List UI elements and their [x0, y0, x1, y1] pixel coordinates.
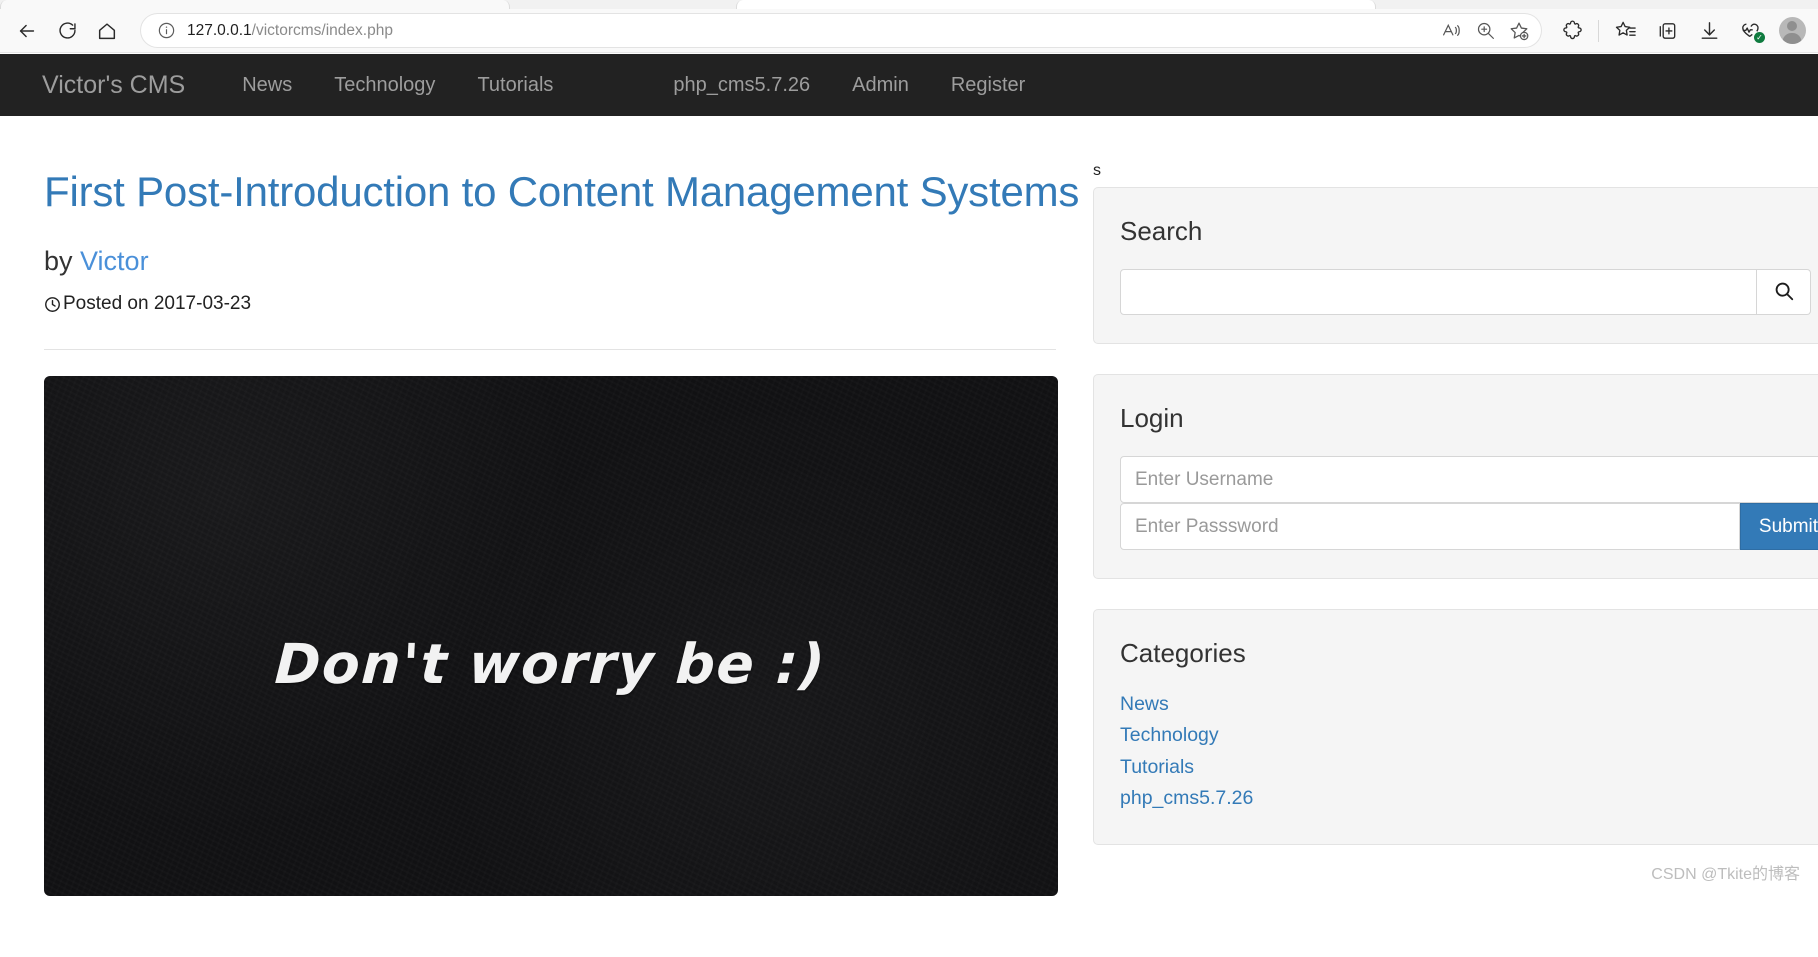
nav-item-technology[interactable]: Technology [313, 74, 456, 97]
home-icon[interactable] [87, 14, 127, 48]
stray-text: s [1093, 162, 1101, 179]
url-path: /victorcms/index.php [251, 21, 393, 39]
browser-tab-strip[interactable] [0, 0, 1818, 9]
page-content: First Post-Introduction to Content Manag… [0, 116, 1818, 897]
avatar [1778, 17, 1806, 44]
search-widget-title: Search [1120, 216, 1203, 246]
username-row [1120, 456, 1818, 503]
post-featured-image: Don't worry be :) [44, 376, 1058, 897]
address-bar[interactable]: 127.0.0.1/victorcms/index.php [141, 14, 1541, 47]
search-magnifier-icon [1773, 280, 1795, 305]
password-input-group: Submit [1120, 503, 1818, 550]
byline-prefix: by [44, 246, 81, 277]
info-circle-icon[interactable] [155, 20, 177, 42]
back-arrow-icon[interactable] [7, 14, 47, 48]
toolbar-separator [1598, 19, 1599, 42]
list-item: php_cms5.7.26 [1120, 785, 1811, 812]
search-submit-button[interactable] [1757, 269, 1811, 315]
page-title[interactable]: First Post-Introduction to Content Manag… [44, 168, 1085, 216]
browser-essentials-icon[interactable]: ✓ [1730, 14, 1772, 48]
site-brand[interactable]: Victor's CMS [42, 71, 185, 100]
categories-widget: Categories News Technology Tutorials php… [1093, 609, 1818, 846]
login-widget: Login Submit [1093, 374, 1818, 579]
toolbar-right-actions: ✓ [1551, 14, 1818, 48]
read-aloud-icon[interactable] [1435, 16, 1467, 46]
browser-tab[interactable] [0, 0, 510, 9]
username-input[interactable] [1120, 456, 1818, 503]
navbar-links-left: News Technology Tutorials php_cms5.7.26 … [221, 74, 1046, 97]
category-link-technology[interactable]: Technology [1120, 724, 1219, 746]
nav-item-register[interactable]: Register [930, 74, 1046, 97]
sidebar: s Search Login Enter Username Enter Pass… [1085, 116, 1818, 896]
nav-item-news[interactable]: News [221, 74, 313, 97]
search-input[interactable] [1120, 269, 1757, 315]
login-form: Submit [1094, 456, 1818, 550]
post-image-text: Don't worry be :) [273, 632, 829, 697]
list-item: Tutorials [1120, 754, 1811, 781]
extensions-puzzle-icon[interactable] [1551, 14, 1593, 48]
post-byline: by Victor [44, 246, 1085, 277]
category-link-tutorials[interactable]: Tutorials [1120, 756, 1194, 778]
browser-toolbar: 127.0.0.1/victorcms/index.php ✓ [0, 9, 1818, 53]
login-widget-title: Login [1120, 403, 1184, 433]
category-link-news[interactable]: News [1120, 693, 1169, 715]
browser-tab-spacer [510, 0, 736, 9]
favorites-list-icon[interactable] [1604, 14, 1646, 48]
password-input[interactable] [1120, 503, 1740, 550]
list-item: News [1120, 691, 1811, 718]
address-bar-actions [1435, 16, 1535, 46]
posted-on-label: Posted on 2017-03-23 [63, 293, 252, 315]
nav-item-php-cms[interactable]: php_cms5.7.26 [652, 74, 831, 97]
nav-item-admin[interactable]: Admin [831, 74, 930, 97]
collections-icon[interactable] [1646, 14, 1688, 48]
downloads-icon[interactable] [1688, 14, 1730, 48]
main-column: First Post-Introduction to Content Manag… [0, 116, 1085, 897]
profile-avatar-icon[interactable] [1772, 14, 1812, 48]
site-navbar: Victor's CMS News Technology Tutorials p… [0, 54, 1818, 116]
category-link-php-cms[interactable]: php_cms5.7.26 [1120, 787, 1253, 809]
web-page-viewport: Victor's CMS News Technology Tutorials p… [0, 54, 1818, 957]
search-input-group [1120, 269, 1811, 315]
essentials-status-badge: ✓ [1754, 31, 1765, 43]
nav-item-tutorials[interactable]: Tutorials [456, 74, 574, 97]
password-row: Submit [1120, 503, 1818, 550]
post-author-link[interactable]: Victor [80, 246, 149, 276]
watermark: CSDN @Tkite的博客 [1651, 866, 1800, 884]
post-posted-date: Posted on 2017-03-23 [44, 293, 1085, 315]
zoom-in-icon[interactable] [1469, 16, 1501, 46]
categories-list: News Technology Tutorials php_cms5.7.26 [1120, 691, 1811, 812]
content-divider [44, 349, 1056, 351]
browser-tab-active[interactable] [736, 0, 1376, 9]
url-host: 127.0.0.1 [187, 21, 252, 39]
list-item: Technology [1120, 722, 1811, 749]
search-widget: Search [1093, 187, 1818, 344]
categories-widget-title: Categories [1120, 638, 1246, 668]
add-favorite-star-icon[interactable] [1503, 16, 1535, 46]
address-bar-url[interactable]: 127.0.0.1/victorcms/index.php [187, 22, 1435, 40]
login-submit-button[interactable]: Submit [1740, 503, 1818, 550]
reload-icon[interactable] [47, 14, 87, 48]
clock-icon [44, 296, 61, 313]
